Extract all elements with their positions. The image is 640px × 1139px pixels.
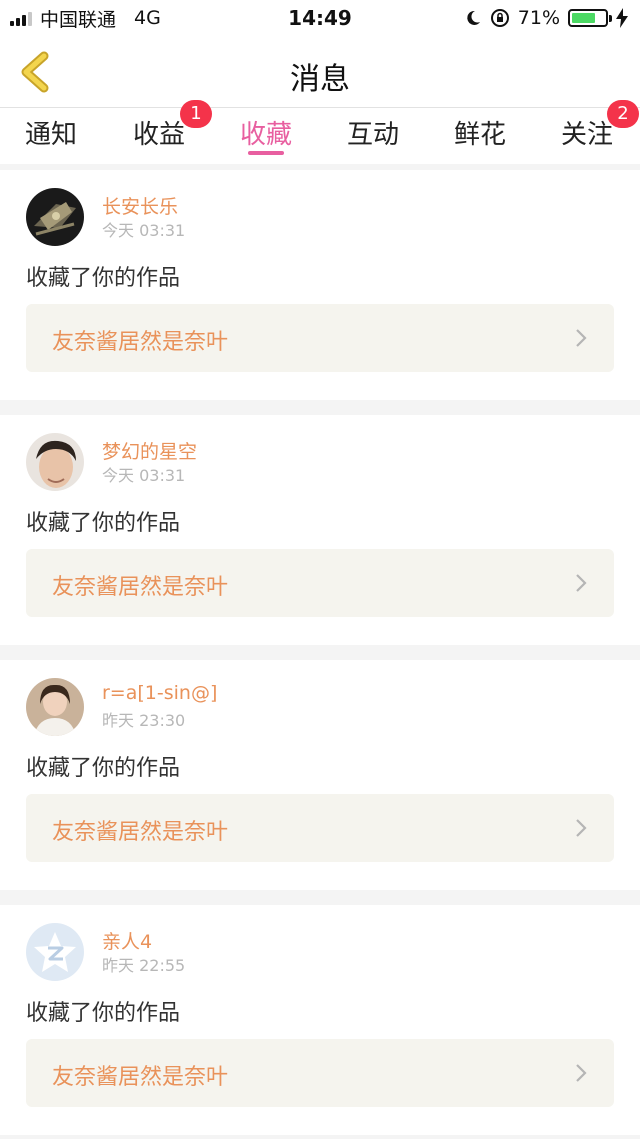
work-title: 友奈酱居然是奈叶 [52,820,229,845]
tab-earnings-badge: 1 [180,100,212,128]
status-right: 71% [464,6,628,30]
tab-flowers[interactable]: 鲜花 [440,114,520,151]
tab-bar: 通知 收益 1 收藏 互动 鲜花 关注 2 [0,100,640,164]
username[interactable]: 亲人4 [102,927,152,954]
chevron-right-icon [576,574,587,592]
avatar[interactable] [26,188,84,246]
work-title: 友奈酱居然是奈叶 [52,330,229,355]
charging-icon [616,8,628,28]
message-card: 长安长乐 今天 03:31 收藏了你的作品 友奈酱居然是奈叶 [0,170,640,400]
action-text: 收藏了你的作品 [26,266,181,291]
timestamp: 今天 03:31 [102,221,186,240]
battery-icon [568,9,612,27]
work-title: 友奈酱居然是奈叶 [52,575,229,600]
tab-notifications[interactable]: 通知 [11,114,91,151]
timestamp: 今天 03:31 [102,466,186,485]
work-link[interactable]: 友奈酱居然是奈叶 [26,549,614,617]
tab-follows-badge: 2 [607,100,639,128]
avatar[interactable] [26,678,84,736]
username[interactable]: 长安长乐 [102,192,178,219]
battery-level [572,13,595,23]
message-card: 梦幻的星空 今天 03:31 收藏了你的作品 友奈酱居然是奈叶 [0,415,640,645]
rotation-lock-icon [490,9,509,27]
work-title: 友奈酱居然是奈叶 [52,1065,229,1090]
message-card: 亲人4 昨天 22:55 收藏了你的作品 友奈酱居然是奈叶 [0,905,640,1135]
username[interactable]: r=a[1-sin@] [102,682,217,704]
work-link[interactable]: 友奈酱居然是奈叶 [26,1039,614,1107]
avatar[interactable] [26,923,84,981]
action-text: 收藏了你的作品 [26,756,181,781]
timestamp: 昨天 22:55 [102,956,186,975]
chevron-right-icon [576,329,587,347]
battery-percent: 71% [517,7,560,29]
tab-favorites[interactable]: 收藏 [226,114,306,151]
tab-interactions[interactable]: 互动 [333,114,413,151]
chevron-right-icon [576,1064,587,1082]
chevron-right-icon [576,819,587,837]
nav-bar: 消息 [0,36,640,108]
page-title: 消息 [290,62,350,97]
status-bar: 中国联通 4G 14:49 71% [0,0,640,36]
timestamp: 昨天 23:30 [102,711,186,730]
moon-icon [467,10,480,25]
action-text: 收藏了你的作品 [26,1001,181,1026]
active-tab-indicator [248,151,284,155]
action-text: 收藏了你的作品 [26,511,181,536]
username[interactable]: 梦幻的星空 [102,437,197,464]
work-link[interactable]: 友奈酱居然是奈叶 [26,304,614,372]
avatar[interactable] [26,433,84,491]
message-card: r=a[1-sin@] 昨天 23:30 收藏了你的作品 友奈酱居然是奈叶 [0,660,640,890]
work-link[interactable]: 友奈酱居然是奈叶 [26,794,614,862]
